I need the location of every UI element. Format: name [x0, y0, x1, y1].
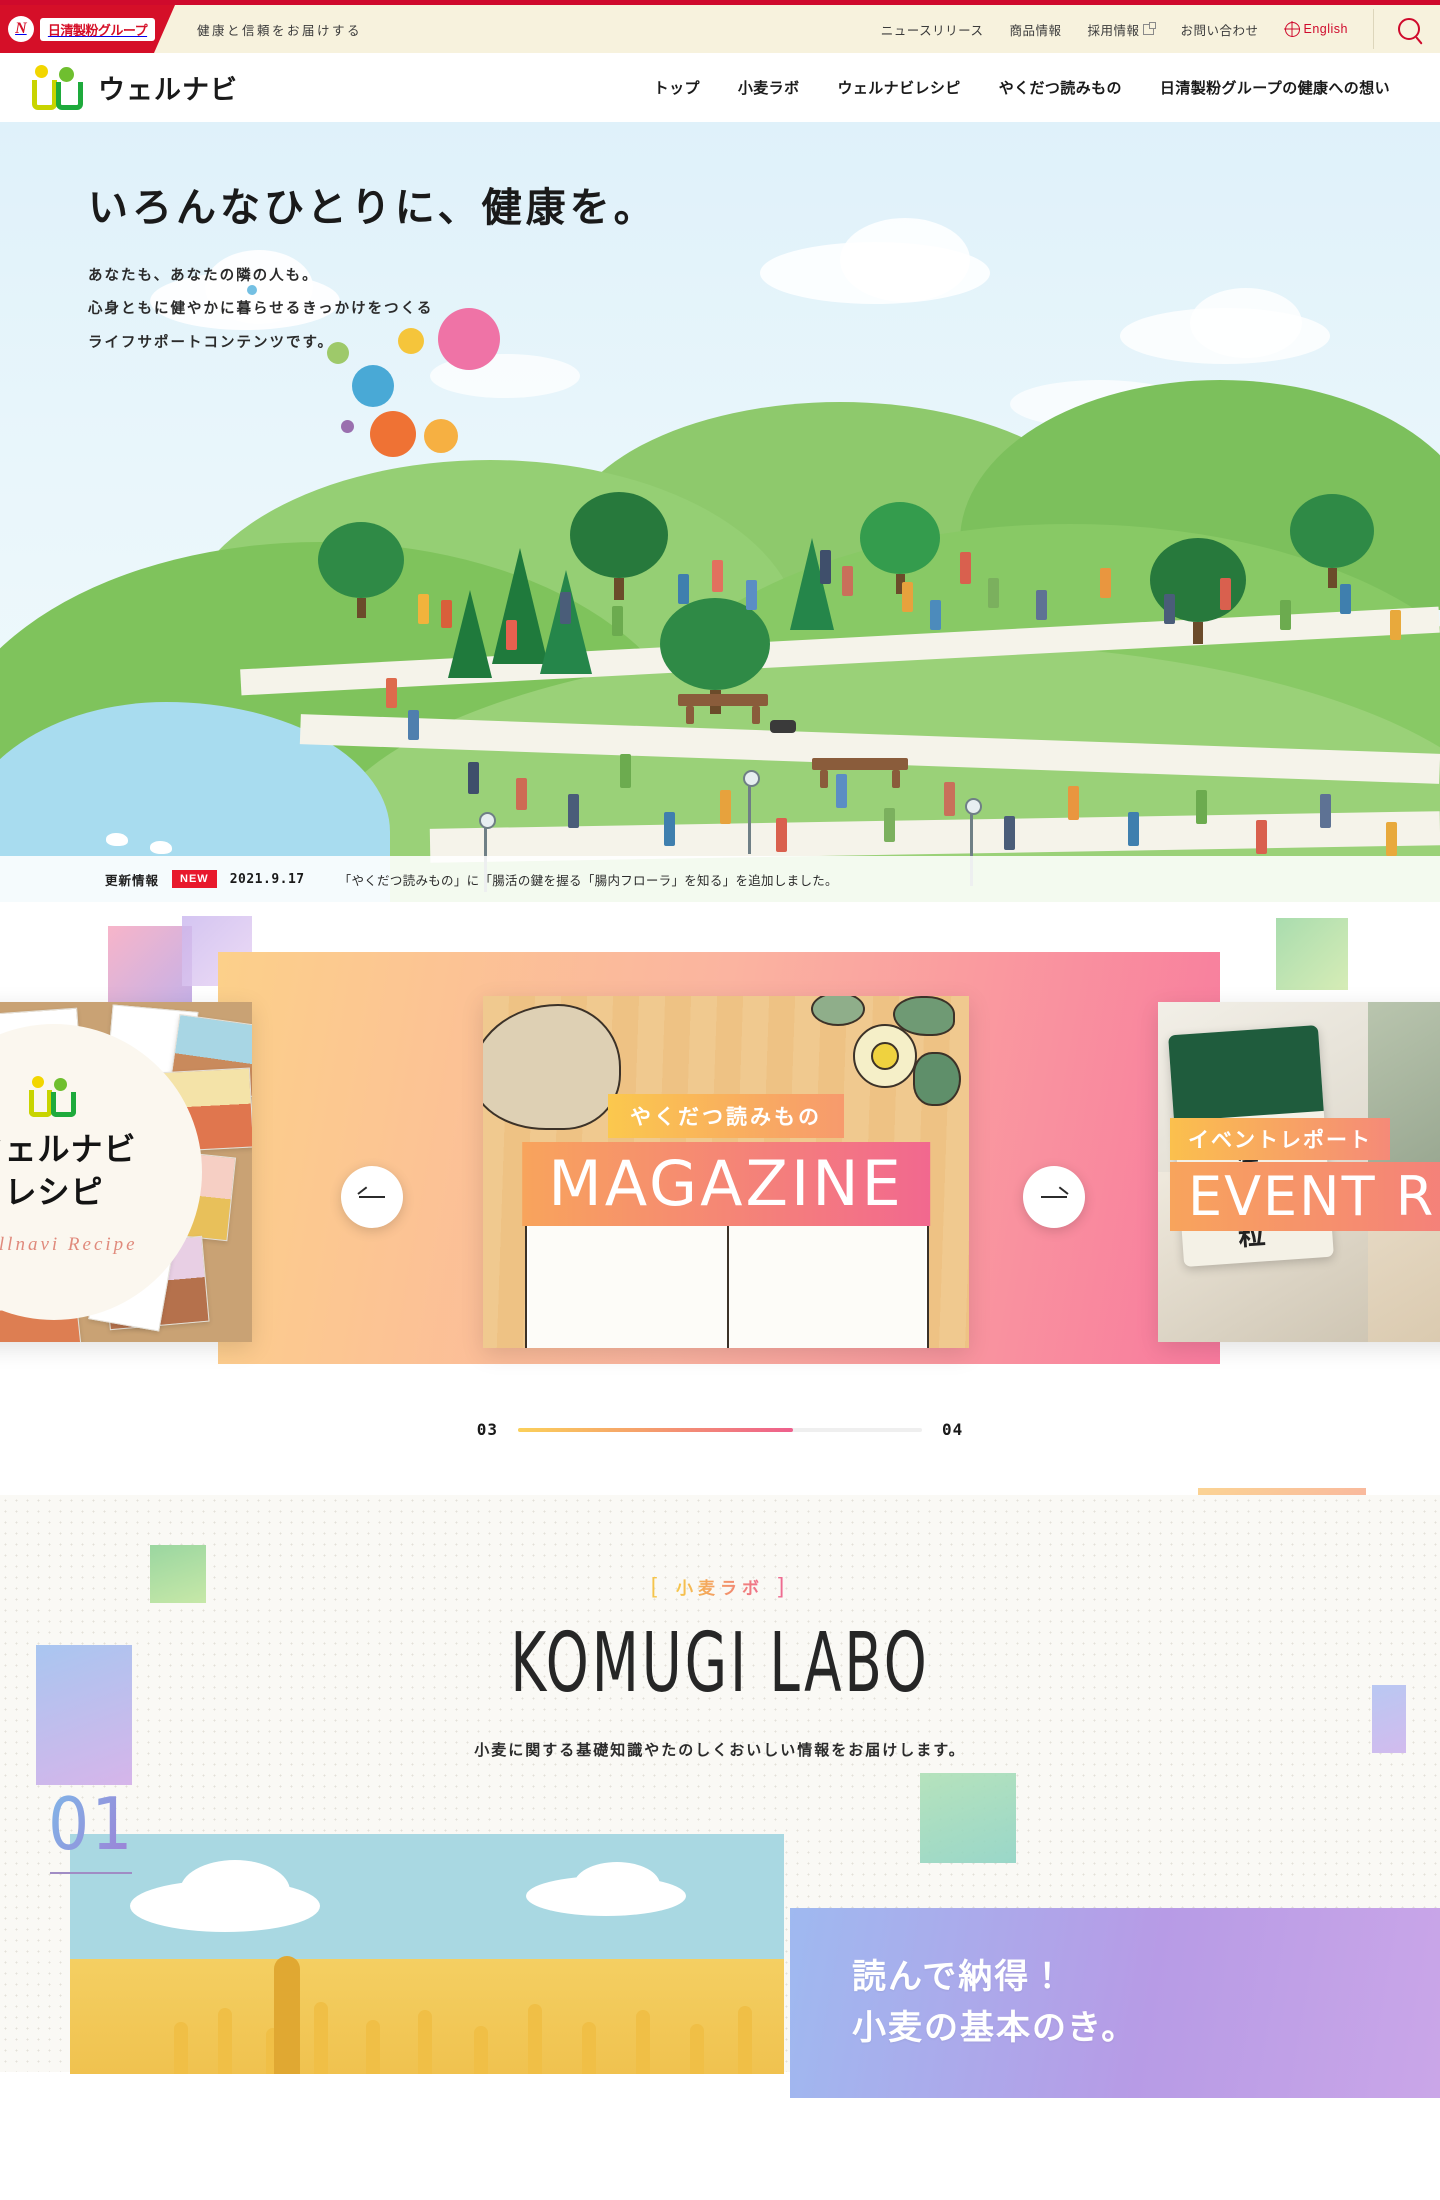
komugi-labo-item-heading-line1: 読んで納得！ [852, 1957, 1067, 1997]
utility-link-news-label: ニュースリリース [880, 23, 984, 38]
confetti-dot [352, 365, 394, 407]
utility-link-news[interactable]: ニュースリリース [881, 20, 984, 39]
komugi-labo-item-photo [70, 1834, 784, 2074]
utility-link-english[interactable]: English [1284, 21, 1349, 37]
decor-square [36, 1645, 132, 1785]
komugi-labo-item-panel: 読んで納得！ 小麦の基本のき。 [790, 1908, 1440, 2098]
external-link-icon [1143, 21, 1157, 35]
utility-bar: N 日清製粉グループ 健康と信頼をお届けする ニュースリリース 商品情報 採用情… [0, 5, 1440, 53]
confetti-dot [370, 411, 416, 457]
nissin-n-mark-icon: N [7, 16, 34, 42]
search-icon [1398, 18, 1420, 40]
bracket-left: [ [650, 1573, 662, 1598]
komugi-labo-section: [ 小麦ラボ ] KOMUGI LABO 小麦に関する基礎知識やたのしくおいしい… [0, 1495, 1440, 2098]
recipe-slide-title-line1: ウェルナビ [0, 1130, 137, 1168]
decor-square [1372, 1685, 1406, 1753]
recipe-slide-title-line2: レシピ [4, 1173, 104, 1212]
utility-link-contact-label: お問い合わせ [1180, 23, 1259, 38]
magazine-slide-art: やくだつ読みもの MAGAZINE [483, 996, 969, 1348]
flour-pile-illustration [483, 1004, 621, 1130]
nav-item-top[interactable]: トップ [654, 77, 700, 98]
recipe-slide-title: ウェルナビ レシピ [0, 1128, 137, 1214]
hero-subtext-line-1: あなたも、あなたの隣の人も。 [88, 268, 319, 284]
event-tag-jp: イベントレポート [1170, 1118, 1390, 1160]
recipe-slide-script: Wellnavi Recipe [0, 1234, 138, 1255]
wellnavi-logo-icon [29, 1076, 79, 1118]
news-date: 2021.9.17 [229, 871, 305, 887]
hero-subtext-line-3: ライフサポートコンテンツです。 [88, 334, 335, 351]
hero-title: いろんなひとりに、健康を。 [88, 185, 658, 231]
utility-link-products[interactable]: 商品情報 [1009, 20, 1061, 39]
hero-subtext: あなたも、あなたの隣の人も。 心身ともに健やかに暮らせるきっかけをつくる ライフ… [88, 260, 658, 360]
page-root: N 日清製粉グループ 健康と信頼をお届けする ニュースリリース 商品情報 採用情… [0, 0, 1440, 2098]
utility-divider [1373, 9, 1374, 49]
carousel-slide-wellnavi-recipe[interactable]: ウェルナビ レシピ Wellnavi Recipe [0, 1002, 252, 1342]
carousel-slide-event-report[interactable]: 日清 全粒粉 イベントレポート EVENT REPORT [1158, 1002, 1440, 1342]
event-tag-en: EVENT REPORT [1170, 1162, 1440, 1231]
hero-subtext-line-2: 心身ともに健やかに暮らせるきっかけをつくる [88, 301, 434, 318]
utility-link-english-label: English [1303, 22, 1348, 36]
main-navigation: トップ 小麦ラボ ウェルナビレシピ やくだつ読みもの 日清製粉グループの健康への… [654, 77, 1408, 98]
nav-item-wellnavi-recipe[interactable]: ウェルナビレシピ [837, 77, 960, 98]
hero-copy: いろんなひとりに、健康を。 あなたも、あなたの隣の人も。 心身ともに健やかに暮ら… [88, 182, 658, 360]
carousel-progress-fill [518, 1427, 793, 1432]
komugi-labo-title: KOMUGI LABO [510, 1616, 930, 1711]
recipe-slide-art: ウェルナビ レシピ Wellnavi Recipe [0, 1002, 252, 1342]
nissin-group-logo[interactable]: N 日清製粉グループ [0, 5, 175, 53]
arrow-right-icon [1041, 1196, 1067, 1198]
arrow-left-icon [359, 1196, 385, 1198]
carousel-prev-button[interactable] [341, 1166, 403, 1228]
magazine-tag-en: MAGAZINE [522, 1142, 930, 1226]
komugi-labo-eyebrow-text: 小麦ラボ [676, 1574, 764, 1599]
carousel-slide-magazine[interactable]: やくだつ読みもの MAGAZINE [483, 996, 969, 1348]
magazine-tag-jp: やくだつ読みもの [608, 1094, 844, 1138]
utility-nav: ニュースリリース 商品情報 採用情報 お問い合わせ English [868, 5, 1440, 53]
globe-icon [1284, 21, 1300, 37]
komugi-labo-item-heading-line2: 小麦の基本のき。 [852, 2008, 1138, 2048]
confetti-dot [341, 420, 354, 433]
carousel-stage: ウェルナビ レシピ Wellnavi Recipe [0, 952, 1440, 1370]
hero-illustration [0, 342, 1440, 902]
komugi-labo-lead: 小麦に関する基礎知識やたのしくおいしい情報をお届けします。 [474, 1742, 966, 1759]
carousel-progress-track[interactable] [518, 1427, 922, 1432]
nav-item-magazine[interactable]: やくだつ読みもの [999, 77, 1122, 98]
hero-section: いろんなひとりに、健康を。 あなたも、あなたの隣の人も。 心身ともに健やかに暮ら… [0, 122, 1440, 902]
featured-carousel-section: ウェルナビ レシピ Wellnavi Recipe [0, 902, 1440, 1638]
bracket-right: ] [778, 1573, 790, 1598]
site-title: ウェルナビ [98, 75, 238, 106]
komugi-labo-item-01[interactable]: 01 読んで納得！ 小麦の基本のき。 [0, 1788, 1440, 2098]
carousel-current-index: 03 [476, 1420, 498, 1439]
wellnavi-logo-icon [32, 64, 86, 111]
carousel-total-count: 04 [942, 1420, 964, 1439]
utility-link-products-label: 商品情報 [1009, 23, 1062, 38]
nav-item-komugi-labo[interactable]: 小麦ラボ [738, 77, 800, 98]
news-new-badge: NEW [172, 870, 217, 888]
site-logo-link[interactable]: ウェルナビ [32, 64, 238, 111]
search-button[interactable] [1378, 5, 1440, 53]
news-ticker[interactable]: 更新情報 NEW 2021.9.17 「やくだつ読みもの」に「腸活の鍵を握る「腸… [0, 856, 1440, 902]
site-header: ウェルナビ トップ 小麦ラボ ウェルナビレシピ やくだつ読みもの 日清製粉グルー… [0, 53, 1440, 122]
street-lamp-icon [743, 770, 760, 854]
utility-link-contact[interactable]: お問い合わせ [1180, 20, 1258, 39]
confetti-dot [424, 419, 458, 453]
carousel-next-button[interactable] [1023, 1166, 1085, 1228]
group-tagline: 健康と信頼をお届けする [197, 23, 363, 38]
carousel-progress: 03 04 [0, 1420, 1440, 1439]
utility-link-recruit[interactable]: 採用情報 [1087, 20, 1157, 39]
news-label: 更新情報 [105, 873, 160, 888]
komugi-labo-eyebrow: [ 小麦ラボ ] [0, 1573, 1440, 1599]
komugi-labo-item-number-rule [50, 1872, 132, 1874]
utility-link-recruit-label: 採用情報 [1087, 23, 1140, 38]
nav-item-health-philosophy[interactable]: 日清製粉グループの健康への想い [1160, 77, 1390, 98]
komugi-labo-item-heading: 読んで納得！ 小麦の基本のき。 [790, 1952, 1137, 2054]
news-link[interactable]: 「やくだつ読みもの」に「腸活の鍵を握る「腸内フローラ」を知る」を追加しました。 [339, 870, 838, 889]
decor-square [150, 1545, 206, 1603]
komugi-labo-item-number: 01 [48, 1782, 135, 1866]
group-logo-inner: N 日清製粉グループ [7, 16, 156, 42]
group-logo-text: 日清製粉グループ [39, 17, 156, 41]
